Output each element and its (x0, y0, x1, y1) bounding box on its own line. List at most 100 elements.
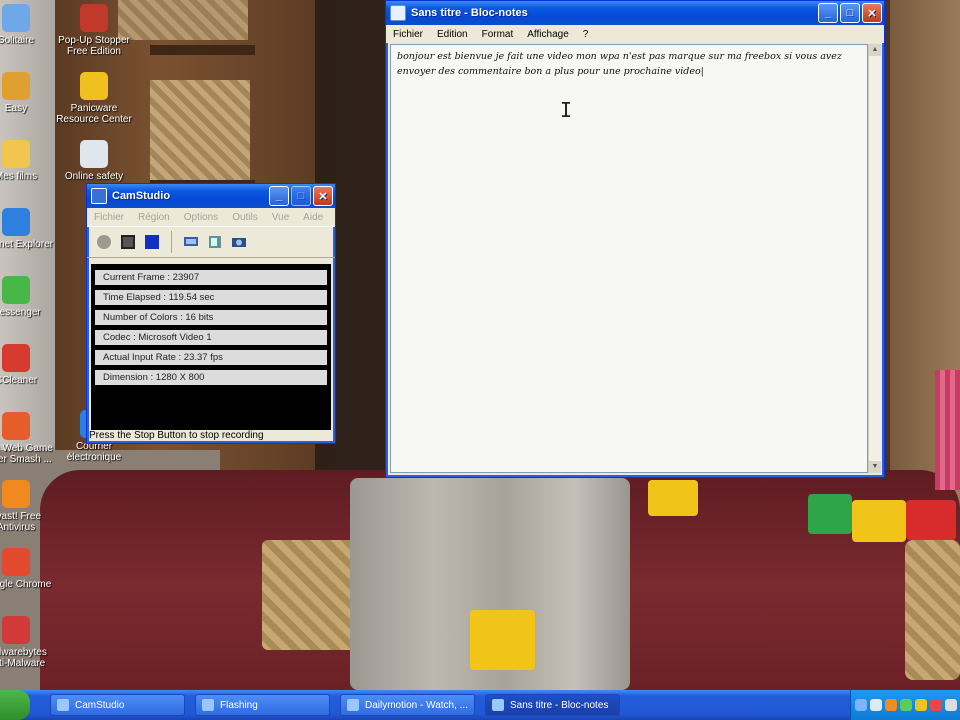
camstudio-window[interactable]: CamStudio _ □ ✕ Fichier Région Options Outi… (86, 183, 336, 444)
chrome-icon (2, 412, 30, 440)
wallpaper-basket (905, 540, 960, 680)
stop-icon (145, 235, 159, 249)
desktop-shortcut[interactable]: Pop-Up Stopper Free Edition (56, 4, 132, 57)
network-icon[interactable] (855, 699, 867, 711)
desktop-shortcut[interactable]: Google Chrome (0, 548, 54, 590)
taskbar-button-label: Flashing (220, 699, 258, 711)
desktop-shortcut[interactable]: Internet Explorer (0, 208, 54, 250)
maximize-button[interactable]: □ (840, 3, 860, 23)
stat-row: Actual Input Rate : 23.37 fps (95, 350, 327, 365)
desktop-shortcut[interactable]: Malwarebytes Anti-Malware (0, 616, 54, 669)
wallpaper-shelf (150, 45, 255, 55)
menu-item[interactable]: Affichage (520, 29, 576, 40)
taskbar-button[interactable]: Dailymotion - Watch, ... (340, 694, 475, 716)
folder-icon (2, 140, 30, 168)
taskbar-button[interactable]: CamStudio (50, 694, 185, 716)
minimize-button[interactable]: _ (818, 3, 838, 23)
pause-icon (121, 235, 135, 249)
window-title: CamStudio (112, 190, 171, 202)
ccleaner-icon (2, 344, 30, 372)
warning-icon[interactable] (930, 699, 942, 711)
annotation-button[interactable] (206, 233, 224, 251)
start-button[interactable] (0, 690, 30, 720)
desktop-shortcut[interactable]: CCleaner (0, 344, 54, 386)
desktop-shortcut-label: Free Web Game Super Smash ... (0, 443, 53, 465)
menu-item[interactable]: Edition (430, 29, 475, 40)
notepad-window[interactable]: Sans titre - Bloc-notes _ □ ✕ Fichier Edi… (385, 0, 885, 478)
wallpaper-radiator (935, 370, 960, 490)
close-button[interactable]: ✕ (313, 186, 333, 206)
solitaire-icon (2, 4, 30, 32)
desktop-shortcut[interactable]: Easy (0, 72, 54, 114)
taskbar-buttons: CamStudio Flashing Dailymotion - Watch, ..… (30, 694, 620, 716)
desktop-shortcut-label: avast! Free Antivirus (0, 511, 42, 533)
easy-icon (2, 72, 30, 100)
messenger-tray-icon[interactable] (900, 699, 912, 711)
menu-item[interactable]: Fichier (87, 212, 131, 223)
scroll-up-arrow[interactable]: ▲ (869, 44, 881, 56)
chrome-icon (2, 548, 30, 576)
internet-explorer-icon (2, 208, 30, 236)
popup-stopper-icon (80, 4, 108, 32)
desktop-shortcut[interactable]: Online safety (56, 140, 132, 182)
desktop-shortcut[interactable]: Free Web Game Super Smash ... (0, 412, 54, 465)
security-icon[interactable] (870, 699, 882, 711)
camera-icon (232, 238, 246, 247)
menu-item[interactable]: Format (475, 29, 521, 40)
notepad-titlebar[interactable]: Sans titre - Bloc-notes _ □ ✕ (386, 1, 884, 25)
avast-icon (2, 480, 30, 508)
desktop-shortcut-label: Solitaire (0, 35, 35, 46)
close-button[interactable]: ✕ (862, 3, 882, 23)
camstudio-app-icon (91, 188, 107, 204)
desktop-shortcut[interactable]: Messenger (0, 276, 54, 318)
menu-item[interactable]: Région (131, 212, 177, 223)
record-button[interactable] (95, 233, 113, 251)
volume-icon[interactable] (945, 699, 957, 711)
menu-item[interactable]: Options (177, 212, 225, 223)
task-app-icon (347, 699, 359, 711)
malwarebytes-icon (2, 616, 30, 644)
desktop-shortcut[interactable]: Panicware Resource Center (56, 72, 132, 125)
menu-item[interactable]: ? (576, 29, 596, 40)
taskbar: CamStudio Flashing Dailymotion - Watch, ..… (0, 690, 960, 720)
menu-item[interactable]: Vue (265, 212, 296, 223)
record-icon (97, 235, 111, 249)
update-icon[interactable] (915, 699, 927, 711)
camstudio-menubar: Fichier Région Options Outils Vue Aide (87, 208, 335, 226)
desktop-shortcut-label: CCleaner (0, 375, 38, 386)
menu-item[interactable]: Fichier (386, 29, 430, 40)
taskbar-button[interactable]: Flashing (195, 694, 330, 716)
maximize-button[interactable]: □ (291, 186, 311, 206)
antivirus-icon[interactable] (885, 699, 897, 711)
taskbar-button[interactable]: Sans titre - Bloc-notes (485, 694, 620, 716)
wallpaper-toy-block (470, 610, 535, 670)
desktop-shortcut-label: Mes films (0, 171, 38, 182)
screen-button[interactable] (182, 233, 200, 251)
pause-button[interactable] (119, 233, 137, 251)
vertical-scrollbar[interactable]: ▲ ▼ (868, 44, 881, 473)
menu-item[interactable]: Outils (225, 212, 265, 223)
screen-icon (184, 237, 198, 246)
desktop-shortcut[interactable]: Mes films (0, 140, 54, 182)
camstudio-titlebar[interactable]: CamStudio _ □ ✕ (87, 184, 335, 208)
desktop-shortcut[interactable]: avast! Free Antivirus (0, 480, 54, 533)
stat-row: Time Elapsed : 119.54 sec (95, 290, 327, 305)
menu-item[interactable]: Aide (296, 212, 330, 223)
stat-row: Number of Colors : 16 bits (95, 310, 327, 325)
desktop-shortcut[interactable]: Solitaire (0, 4, 54, 46)
desktop-shortcut-label: Panicware Resource Center (56, 103, 132, 125)
minimize-button[interactable]: _ (269, 186, 289, 206)
task-app-icon (492, 699, 504, 711)
scroll-down-arrow[interactable]: ▼ (869, 461, 881, 473)
options-button[interactable] (230, 233, 248, 251)
notepad-text-area[interactable]: bonjour est bienvue je fait une video mo… (390, 44, 868, 473)
wallpaper-toy-block (648, 480, 698, 516)
stop-button[interactable] (143, 233, 161, 251)
wallpaper-toy-block (808, 494, 852, 534)
notepad-menubar: Fichier Edition Format Affichage? (386, 25, 884, 43)
notepad-text: bonjour est bienvue je fait une video mo… (397, 51, 842, 77)
camstudio-toolbar (87, 226, 335, 258)
notepad-app-icon (390, 5, 406, 21)
taskbar-button-label: Sans titre - Bloc-notes (510, 699, 609, 711)
stat-row: Codec : Microsoft Video 1 (95, 330, 327, 345)
